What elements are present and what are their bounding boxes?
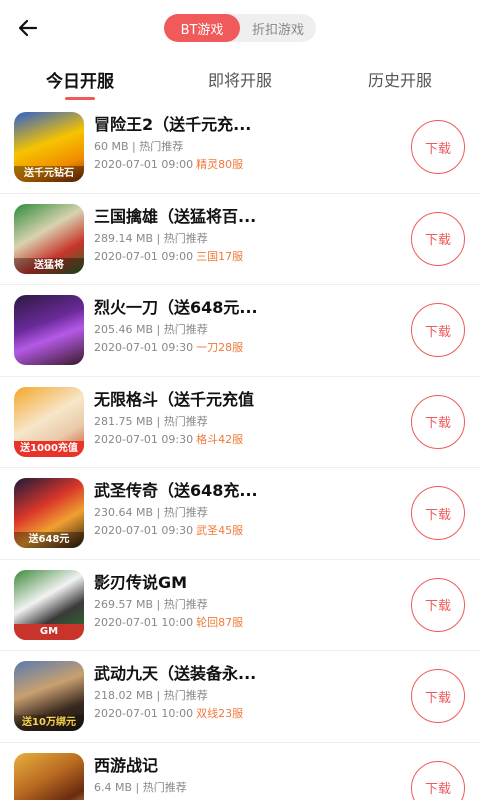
open-time: 2020-07-01 10:00 轮回87服	[94, 615, 394, 630]
game-meta: 269.57 MB | 热门推荐	[94, 597, 208, 611]
game-tag: 热门推荐	[163, 597, 208, 611]
download-button[interactable]: 下载	[411, 760, 465, 800]
segment-discount-games[interactable]: 折扣游戏	[240, 14, 316, 42]
game-title: 武圣传奇（送648充...	[94, 481, 258, 500]
open-datetime: 2020-07-01 10:00	[94, 615, 194, 629]
game-title: 无限格斗（送千元充值	[94, 389, 255, 409]
open-time: 2020-07-01 09:00 精灵80服	[94, 157, 394, 172]
game-tag: 热门推荐	[163, 506, 208, 519]
server-name: 轮回87服	[196, 615, 244, 629]
game-size: 281.75 MB	[94, 414, 154, 428]
game-size: 269.57 MB	[94, 597, 154, 611]
download-button[interactable]: 下载	[411, 486, 465, 540]
open-time: 2020-07-01 09:30 一刀28服	[94, 340, 394, 355]
game-icon	[14, 295, 84, 365]
game-icon: GM	[14, 569, 84, 640]
open-datetime: 2020-07-01 09:30	[94, 524, 194, 537]
download-button[interactable]: 下载	[411, 303, 465, 357]
open-time: 2020-07-01 09:00 三国17服	[94, 249, 394, 264]
game-size: 60 MB	[94, 140, 129, 153]
game-tag: 热门推荐	[139, 140, 184, 153]
game-size: 6.4 MB	[94, 780, 133, 794]
server-name: 武圣45服	[196, 524, 244, 537]
game-row[interactable]: 送1000充值 无限格斗（送千元充值 281.75 MB | 热门推荐 2020…	[0, 377, 480, 468]
server-name: 三国17服	[196, 249, 244, 263]
game-tag: 热门推荐	[163, 689, 208, 702]
tab-today[interactable]: 今日开服	[0, 56, 160, 102]
game-meta: 281.75 MB | 热门推荐	[94, 414, 208, 428]
tab-history[interactable]: 历史开服	[320, 56, 480, 102]
game-row[interactable]: GM 影刃传说GM 269.57 MB | 热门推荐 2020-07-01 10…	[0, 560, 480, 651]
game-icon: 送千元钻石	[14, 112, 84, 182]
game-title: 武动九天（送装备永...	[94, 664, 257, 683]
game-tag: 热门推荐	[163, 414, 208, 428]
game-meta: 6.4 MB | 热门推荐	[94, 780, 187, 794]
game-type-switch: BT游戏 折扣游戏	[164, 14, 316, 42]
open-datetime: 2020-07-01 09:30	[94, 341, 194, 354]
game-title: 三国擒雄（送猛将百...	[94, 206, 257, 226]
game-row[interactable]: 西游战记 6.4 MB | 热门推荐 下载	[0, 743, 480, 800]
tab-upcoming[interactable]: 即将开服	[160, 56, 320, 102]
game-tag: 热门推荐	[163, 323, 208, 336]
server-tabs: 今日开服 即将开服 历史开服	[0, 56, 480, 102]
game-tag: 热门推荐	[142, 780, 187, 794]
open-datetime: 2020-07-01 09:00	[94, 249, 194, 263]
open-datetime: 2020-07-01 10:00	[94, 707, 194, 720]
open-time: 2020-07-01 09:30 武圣45服	[94, 523, 394, 538]
download-button[interactable]: 下载	[411, 394, 465, 449]
server-name: 一刀28服	[196, 341, 244, 354]
game-meta: 60 MB | 热门推荐	[94, 140, 184, 153]
game-meta: 205.46 MB | 热门推荐	[94, 323, 208, 336]
open-time: 2020-07-01 10:00 双线23服	[94, 706, 394, 721]
game-meta: 230.64 MB | 热门推荐	[94, 506, 208, 519]
server-name: 双线23服	[196, 707, 244, 720]
game-meta: 218.02 MB | 热门推荐	[94, 689, 208, 702]
download-button[interactable]: 下载	[411, 211, 465, 266]
game-icon: 送猛将	[14, 203, 84, 274]
download-button[interactable]: 下载	[411, 120, 465, 174]
game-icon	[14, 752, 84, 800]
open-datetime: 2020-07-01 09:30	[94, 432, 194, 446]
game-size: 230.64 MB	[94, 506, 154, 519]
game-icon: 送648元	[14, 478, 84, 548]
game-meta: 289.14 MB | 热门推荐	[94, 231, 208, 245]
server-name: 格斗42服	[196, 432, 244, 446]
game-title: 影刃传说GM	[94, 572, 188, 592]
open-datetime: 2020-07-01 09:00	[94, 158, 194, 171]
game-tag: 热门推荐	[163, 231, 208, 245]
game-size: 205.46 MB	[94, 323, 154, 336]
game-row[interactable]: 烈火一刀（送648元... 205.46 MB | 热门推荐 2020-07-0…	[0, 285, 480, 377]
server-name: 精灵80服	[196, 158, 244, 171]
download-button[interactable]: 下载	[411, 669, 465, 723]
game-title: 西游战记	[94, 755, 159, 775]
open-time: 2020-07-01 09:30 格斗42服	[94, 432, 394, 447]
game-title: 冒险王2（送千元充...	[94, 115, 252, 134]
download-button[interactable]: 下载	[411, 577, 465, 632]
game-size: 218.02 MB	[94, 689, 154, 702]
game-icon: 送10万绑元	[14, 661, 84, 731]
segment-bt-games[interactable]: BT游戏	[164, 14, 240, 42]
game-row[interactable]: 送648元 武圣传奇（送648充... 230.64 MB | 热门推荐 202…	[0, 468, 480, 560]
game-icon: 送1000充值	[14, 386, 84, 457]
game-list: 送千元钻石 冒险王2（送千元充... 60 MB | 热门推荐 2020-07-…	[0, 102, 480, 800]
game-size: 289.14 MB	[94, 231, 154, 245]
game-row[interactable]: 送千元钻石 冒险王2（送千元充... 60 MB | 热门推荐 2020-07-…	[0, 102, 480, 194]
game-row[interactable]: 送猛将 三国擒雄（送猛将百... 289.14 MB | 热门推荐 2020-0…	[0, 194, 480, 285]
game-row[interactable]: 送10万绑元 武动九天（送装备永... 218.02 MB | 热门推荐 202…	[0, 651, 480, 743]
arrow-left-icon	[18, 19, 38, 37]
top-bar: BT游戏 折扣游戏	[0, 0, 480, 56]
back-button[interactable]	[14, 14, 42, 42]
game-title: 烈火一刀（送648元...	[94, 298, 258, 317]
